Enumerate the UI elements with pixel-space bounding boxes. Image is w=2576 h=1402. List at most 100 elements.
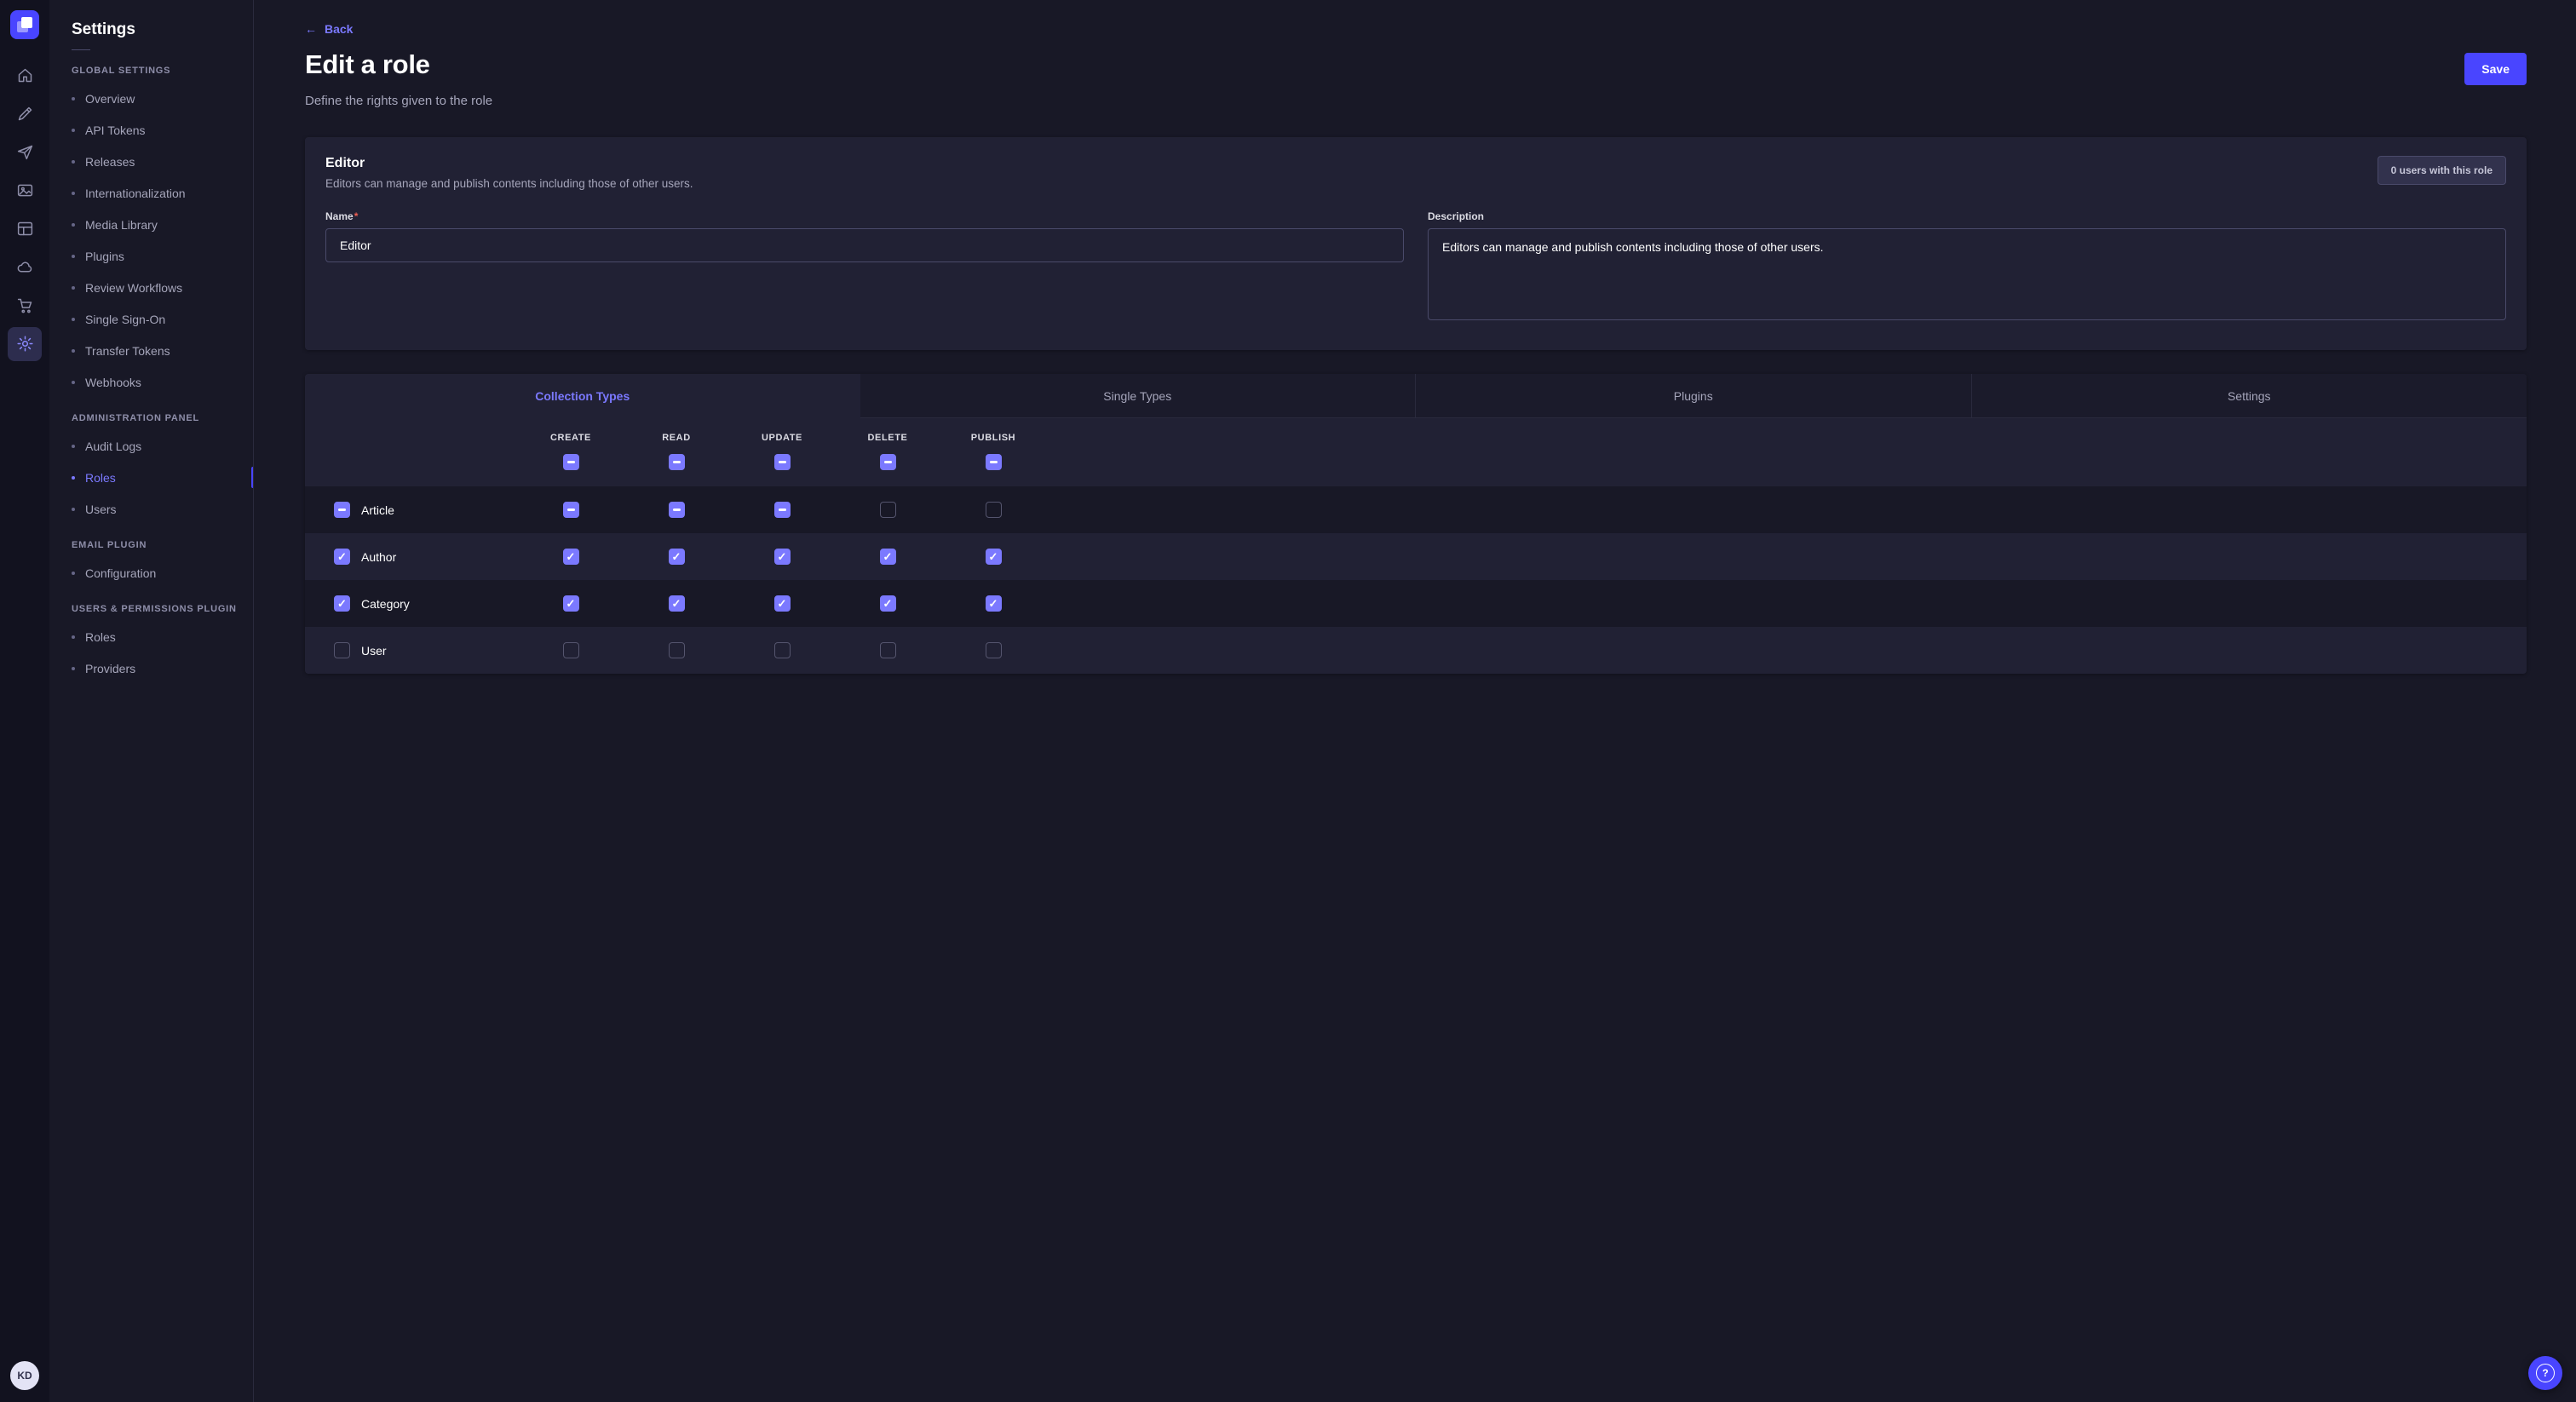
author-name-cell: Author bbox=[305, 549, 518, 565]
sidebar-item-up-roles[interactable]: Roles bbox=[49, 621, 253, 652]
sidebar-item-up-providers[interactable]: Providers bbox=[49, 652, 253, 684]
permissions-table-body: Article Author bbox=[305, 486, 2527, 674]
page-header: Edit a role Save bbox=[305, 49, 2527, 85]
sidebar-item-label: Overview bbox=[85, 92, 135, 106]
sidebar-item-overview[interactable]: Overview bbox=[49, 83, 253, 114]
save-button[interactable]: Save bbox=[2464, 53, 2527, 85]
header-create-checkbox[interactable] bbox=[563, 454, 579, 470]
rail-marketplace-button[interactable] bbox=[8, 289, 42, 323]
back-link[interactable]: ← Back bbox=[305, 22, 353, 36]
description-label: Description bbox=[1428, 210, 2506, 222]
row-user-checkbox[interactable] bbox=[334, 642, 350, 658]
strapi-logo-icon[interactable] bbox=[10, 10, 39, 39]
bullet-icon bbox=[72, 286, 75, 290]
rail-settings-button[interactable] bbox=[8, 327, 42, 361]
sidebar-item-audit-logs[interactable]: Audit Logs bbox=[49, 430, 253, 462]
author-read-checkbox[interactable] bbox=[669, 549, 685, 565]
cell bbox=[624, 642, 729, 658]
sidebar-item-roles[interactable]: Roles bbox=[49, 462, 253, 493]
column-create: CREATE bbox=[518, 433, 624, 470]
sidebar-item-api-tokens[interactable]: API Tokens bbox=[49, 114, 253, 146]
user-create-checkbox[interactable] bbox=[563, 642, 579, 658]
rail-content-manager-button[interactable] bbox=[8, 212, 42, 246]
category-delete-checkbox[interactable] bbox=[880, 595, 896, 612]
sidebar-item-label: Single Sign-On bbox=[85, 313, 165, 326]
sidebar-item-configuration[interactable]: Configuration bbox=[49, 557, 253, 589]
article-publish-checkbox[interactable] bbox=[986, 502, 1002, 518]
user-read-checkbox[interactable] bbox=[669, 642, 685, 658]
table-row-category: Category bbox=[305, 580, 2527, 627]
category-update-checkbox[interactable] bbox=[774, 595, 791, 612]
description-field-group: Description Editors can manage and publi… bbox=[1428, 210, 2506, 325]
sidebar-item-label: Review Workflows bbox=[85, 281, 182, 295]
cell bbox=[518, 642, 624, 658]
users-with-role-button[interactable]: 0 users with this role bbox=[2378, 156, 2506, 185]
sidebar-item-single-sign-on[interactable]: Single Sign-On bbox=[49, 303, 253, 335]
gear-icon bbox=[16, 335, 34, 353]
header-delete-checkbox[interactable] bbox=[880, 454, 896, 470]
rail-cloud-button[interactable] bbox=[8, 250, 42, 284]
user-delete-checkbox[interactable] bbox=[880, 642, 896, 658]
author-publish-checkbox[interactable] bbox=[986, 549, 1002, 565]
page-subtitle: Define the rights given to the role bbox=[305, 94, 2527, 108]
row-author-checkbox[interactable] bbox=[334, 549, 350, 565]
tab-plugins[interactable]: Plugins bbox=[1416, 374, 1972, 418]
header-read-checkbox[interactable] bbox=[669, 454, 685, 470]
rail-deploy-button[interactable] bbox=[8, 135, 42, 170]
header-publish-checkbox[interactable] bbox=[986, 454, 1002, 470]
role-card-titles: Editor Editors can manage and publish co… bbox=[325, 156, 693, 190]
role-description-input[interactable]: Editors can manage and publish contents … bbox=[1428, 228, 2506, 320]
help-button[interactable]: ? bbox=[2528, 1356, 2562, 1390]
sidebar-item-label: Internationalization bbox=[85, 187, 186, 200]
column-read-label: READ bbox=[662, 433, 691, 443]
column-create-label: CREATE bbox=[550, 433, 591, 443]
sidebar-item-releases[interactable]: Releases bbox=[49, 146, 253, 177]
row-category-checkbox[interactable] bbox=[334, 595, 350, 612]
back-label: Back bbox=[325, 22, 353, 36]
tab-single-types[interactable]: Single Types bbox=[860, 374, 1417, 418]
user-avatar[interactable]: KD bbox=[10, 1361, 39, 1390]
row-article-checkbox[interactable] bbox=[334, 502, 350, 518]
bullet-icon bbox=[72, 508, 75, 511]
category-name-cell: Category bbox=[305, 595, 518, 612]
category-publish-checkbox[interactable] bbox=[986, 595, 1002, 612]
section-email-plugin: Email Plugin bbox=[72, 540, 253, 550]
article-read-checkbox[interactable] bbox=[669, 502, 685, 518]
tab-collection-types[interactable]: Collection Types bbox=[305, 374, 860, 418]
user-update-checkbox[interactable] bbox=[774, 642, 791, 658]
category-create-checkbox[interactable] bbox=[563, 595, 579, 612]
rail-home-button[interactable] bbox=[8, 59, 42, 93]
category-read-checkbox[interactable] bbox=[669, 595, 685, 612]
bullet-icon bbox=[72, 255, 75, 258]
section-administration-panel: Administration Panel bbox=[72, 413, 253, 423]
rail-content-type-builder-button[interactable] bbox=[8, 97, 42, 131]
author-update-checkbox[interactable] bbox=[774, 549, 791, 565]
sidebar-item-label: Transfer Tokens bbox=[85, 344, 170, 358]
sidebar-item-users[interactable]: Users bbox=[49, 493, 253, 525]
sidebar-item-media-library[interactable]: Media Library bbox=[49, 209, 253, 240]
column-delete: DELETE bbox=[835, 433, 940, 470]
bullet-icon bbox=[72, 572, 75, 575]
cell bbox=[518, 595, 624, 612]
tab-settings[interactable]: Settings bbox=[1972, 374, 2527, 418]
author-create-checkbox[interactable] bbox=[563, 549, 579, 565]
article-delete-checkbox[interactable] bbox=[880, 502, 896, 518]
header-update-checkbox[interactable] bbox=[774, 454, 791, 470]
sidebar-item-plugins[interactable]: Plugins bbox=[49, 240, 253, 272]
sidebar-item-label: Configuration bbox=[85, 566, 156, 580]
user-publish-checkbox[interactable] bbox=[986, 642, 1002, 658]
images-icon bbox=[16, 181, 34, 199]
sidebar-item-internationalization[interactable]: Internationalization bbox=[49, 177, 253, 209]
bullet-icon bbox=[72, 635, 75, 639]
sidebar-item-label: Audit Logs bbox=[85, 440, 141, 453]
sidebar-item-transfer-tokens[interactable]: Transfer Tokens bbox=[49, 335, 253, 366]
sidebar-item-review-workflows[interactable]: Review Workflows bbox=[49, 272, 253, 303]
role-name-input[interactable] bbox=[325, 228, 1404, 262]
layout-icon bbox=[16, 220, 34, 238]
rail-media-library-button[interactable] bbox=[8, 174, 42, 208]
article-create-checkbox[interactable] bbox=[563, 502, 579, 518]
sidebar-item-label: Providers bbox=[85, 662, 135, 675]
author-delete-checkbox[interactable] bbox=[880, 549, 896, 565]
article-update-checkbox[interactable] bbox=[774, 502, 791, 518]
sidebar-item-webhooks[interactable]: Webhooks bbox=[49, 366, 253, 398]
